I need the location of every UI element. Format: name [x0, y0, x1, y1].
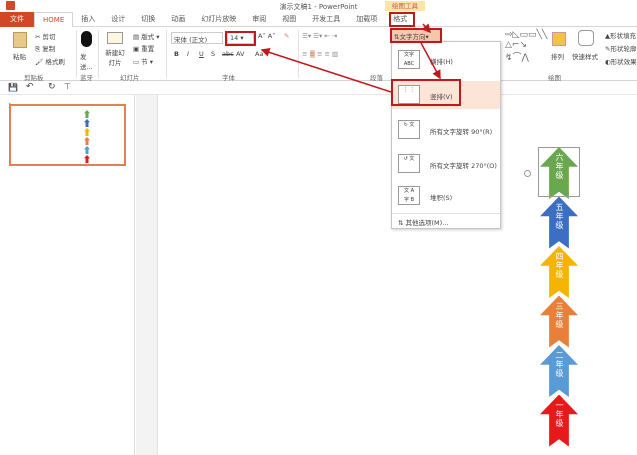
- annotation-arrows: [260, 23, 441, 93]
- arrow-direction-to-vertical: [420, 42, 441, 80]
- arrow-vertical-to-font-size: [260, 48, 392, 93]
- arrow-format-to-direction: [421, 23, 431, 34]
